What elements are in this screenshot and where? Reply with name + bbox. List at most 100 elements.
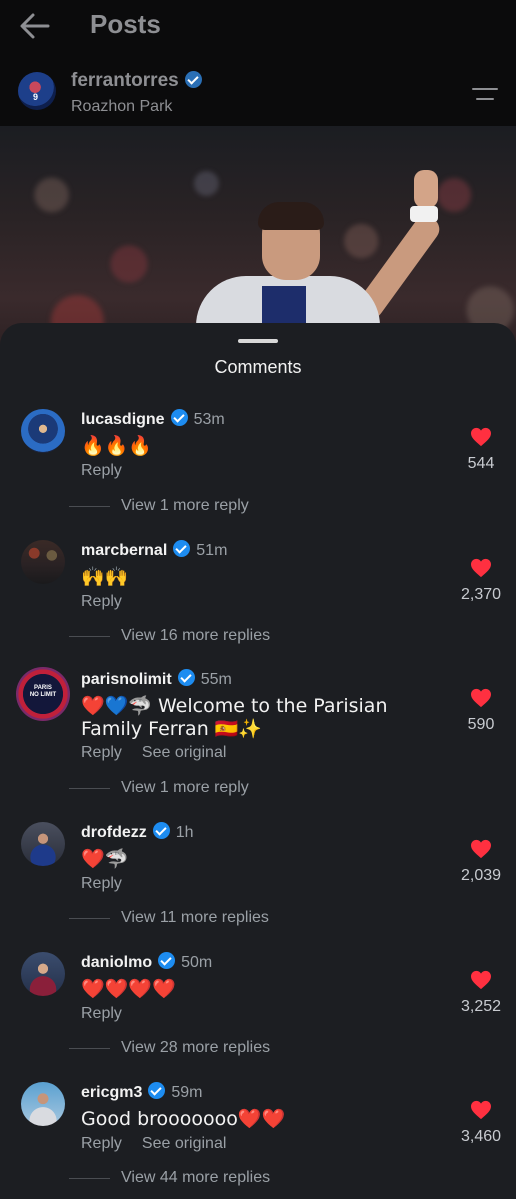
post-author-username[interactable]: ferrantorres xyxy=(71,70,202,92)
post-header: 9 ferrantorres Roazhon Park xyxy=(0,52,516,126)
comment-header: ericgm3 59m xyxy=(81,1082,203,1102)
comment-text: ❤️💙🦈 Welcome to the Parisian Family Ferr… xyxy=(81,695,388,740)
view-replies-label[interactable]: View 28 more replies xyxy=(121,1039,270,1056)
see-original-button[interactable]: See original xyxy=(142,744,227,761)
comment-actions: Reply See original xyxy=(81,744,246,762)
like-button[interactable]: 3,252 xyxy=(452,970,510,1016)
view-replies-button[interactable]: View 1 more reply xyxy=(69,779,249,797)
comment-header: marcbernal 51m xyxy=(81,540,227,560)
divider-line xyxy=(69,505,110,507)
heart-icon[interactable] xyxy=(470,427,492,447)
back-arrow-icon[interactable] xyxy=(18,12,52,40)
commenter-username[interactable]: drofdezz xyxy=(81,824,147,841)
comment-actions: Reply xyxy=(81,1005,142,1023)
reply-button[interactable]: Reply xyxy=(81,875,122,892)
comments-sheet: Comments lucasdigne 53m 🔥🔥🔥 Reply 544 Vie… xyxy=(0,323,516,1199)
player-wristband xyxy=(410,206,438,222)
comment-text: Good brooooooo❤️❤️ xyxy=(81,1108,286,1130)
comment-text: ❤️❤️❤️❤️ xyxy=(81,978,176,1000)
comment-time: 51m xyxy=(196,542,228,559)
commenter-avatar[interactable] xyxy=(21,540,65,584)
view-replies-button[interactable]: View 16 more replies xyxy=(69,627,270,645)
comment-time: 59m xyxy=(171,1084,203,1101)
divider-line xyxy=(69,1047,110,1049)
commenter-avatar[interactable]: PARIS NO LIMIT xyxy=(16,667,70,721)
post-author-avatar[interactable]: 9 xyxy=(18,72,56,110)
like-count: 3,460 xyxy=(460,1128,502,1145)
view-replies-button[interactable]: View 28 more replies xyxy=(69,1039,270,1057)
divider-line xyxy=(69,1177,110,1179)
comments-title: Comments xyxy=(214,357,302,377)
commenter-avatar[interactable] xyxy=(21,409,65,453)
like-button[interactable]: 544 xyxy=(452,427,510,473)
divider-line xyxy=(69,635,110,637)
view-replies-button[interactable]: View 11 more replies xyxy=(69,909,269,927)
commenter-username[interactable]: ericgm3 xyxy=(81,1084,142,1101)
heart-icon[interactable] xyxy=(470,1100,492,1120)
comment-actions: Reply See original xyxy=(81,1135,246,1153)
post-location[interactable]: Roazhon Park xyxy=(71,98,172,116)
comment-time: 1h xyxy=(175,824,194,841)
like-count: 590 xyxy=(467,716,495,733)
like-count: 2,039 xyxy=(460,867,502,884)
page-title: Posts xyxy=(90,9,161,39)
heart-icon[interactable] xyxy=(470,839,492,859)
verified-badge-icon xyxy=(173,540,191,557)
post-image xyxy=(0,126,516,356)
comment-text: 🙌🙌 xyxy=(81,566,129,588)
view-replies-button[interactable]: View 44 more replies xyxy=(69,1169,270,1187)
post-author-name[interactable]: ferrantorres xyxy=(71,70,179,91)
comment-text: 🔥🔥🔥 xyxy=(81,435,152,457)
view-replies-label[interactable]: View 1 more reply xyxy=(121,779,249,796)
like-button[interactable]: 2,370 xyxy=(452,558,510,604)
commenter-username[interactable]: marcbernal xyxy=(81,542,167,559)
like-button[interactable]: 590 xyxy=(452,688,510,734)
reply-button[interactable]: Reply xyxy=(81,744,122,761)
reply-button[interactable]: Reply xyxy=(81,593,122,610)
view-replies-button[interactable]: View 1 more reply xyxy=(69,497,249,515)
comment-time: 55m xyxy=(200,671,232,688)
view-replies-label[interactable]: View 11 more replies xyxy=(121,909,269,926)
comment-text: ❤️🦈 xyxy=(81,848,129,870)
heart-icon[interactable] xyxy=(470,558,492,578)
comment-actions: Reply xyxy=(81,875,142,893)
commenter-avatar[interactable] xyxy=(21,822,65,866)
view-replies-label[interactable]: View 16 more replies xyxy=(121,627,270,644)
view-replies-label[interactable]: View 44 more replies xyxy=(121,1169,270,1186)
verified-badge-icon xyxy=(152,822,170,839)
top-bar: Posts xyxy=(0,0,516,52)
divider-line xyxy=(69,787,110,789)
verified-badge-icon xyxy=(148,1082,166,1099)
drag-handle[interactable] xyxy=(238,339,278,343)
reply-button[interactable]: Reply xyxy=(81,1135,122,1152)
see-original-button[interactable]: See original xyxy=(142,1135,227,1152)
comment-header: daniolmo 50m xyxy=(81,952,212,972)
commenter-avatar[interactable] xyxy=(21,1082,65,1126)
comment-header: parisnolimit 55m xyxy=(81,669,232,689)
commenter-username[interactable]: parisnolimit xyxy=(81,671,172,688)
comment-time: 53m xyxy=(193,411,225,428)
options-menu-icon[interactable] xyxy=(472,85,500,105)
avatar-brand-text: PARIS NO LIMIT xyxy=(29,685,57,698)
verified-badge-icon xyxy=(177,669,195,686)
heart-icon[interactable] xyxy=(470,688,492,708)
comment-actions: Reply xyxy=(81,593,142,611)
commenter-username[interactable]: lucasdigne xyxy=(81,411,165,428)
like-button[interactable]: 3,460 xyxy=(452,1100,510,1146)
like-button[interactable]: 2,039 xyxy=(452,839,510,885)
view-replies-label[interactable]: View 1 more reply xyxy=(121,497,249,514)
reply-button[interactable]: Reply xyxy=(81,462,122,479)
player-hair xyxy=(258,202,324,230)
reply-button[interactable]: Reply xyxy=(81,1005,122,1022)
divider-line xyxy=(69,917,110,919)
like-count: 2,370 xyxy=(460,586,502,603)
comment-header: drofdezz 1h xyxy=(81,822,194,842)
like-count: 3,252 xyxy=(460,998,502,1015)
heart-icon[interactable] xyxy=(470,970,492,990)
player-hand xyxy=(414,170,438,208)
commenter-avatar[interactable] xyxy=(21,952,65,996)
comment-time: 50m xyxy=(181,954,213,971)
like-count: 544 xyxy=(467,455,495,472)
avatar-jersey-number: 9 xyxy=(33,92,39,102)
commenter-username[interactable]: daniolmo xyxy=(81,954,152,971)
